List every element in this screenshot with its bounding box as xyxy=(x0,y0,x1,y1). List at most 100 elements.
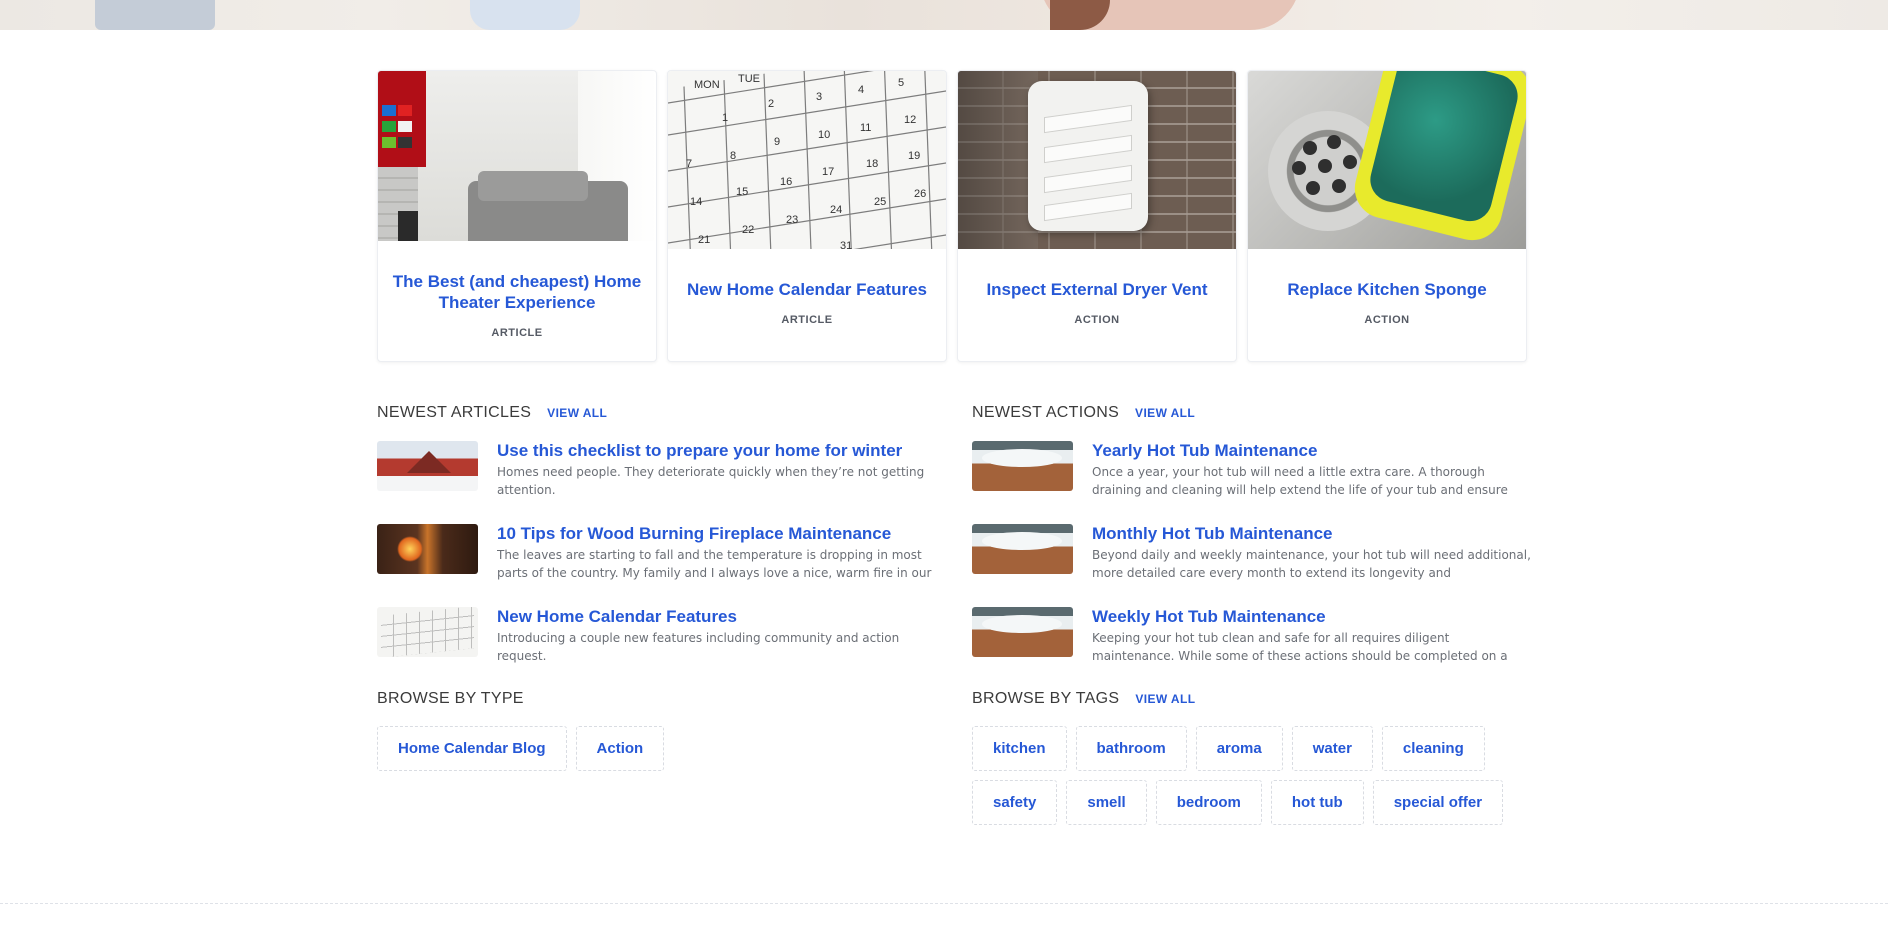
action-excerpt: Keeping your hot tub clean and safe for … xyxy=(1092,631,1508,663)
calendar-number: 10 xyxy=(818,129,830,141)
calendar-number: 11 xyxy=(860,122,871,134)
calendar-day-label: MON xyxy=(694,79,720,91)
newest-actions-list: Yearly Hot Tub Maintenance Once a year, … xyxy=(972,441,1532,690)
tag-pill[interactable]: bathroom xyxy=(1075,726,1187,771)
tv-screen xyxy=(378,71,426,167)
card-type: ACTION xyxy=(1364,314,1410,326)
action-excerpt: Beyond daily and weekly maintenance, you… xyxy=(1092,548,1531,580)
tag-pill[interactable]: water xyxy=(1291,726,1373,771)
calendar-number: 4 xyxy=(858,84,864,96)
tag-pill[interactable]: special offer xyxy=(1372,780,1504,825)
card-title[interactable]: Replace Kitchen Sponge xyxy=(1248,279,1526,300)
article-thumbnail[interactable] xyxy=(377,607,478,657)
article-thumbnail[interactable] xyxy=(377,441,478,491)
wall-shadow xyxy=(958,71,1038,249)
view-all-articles-link[interactable]: VIEW ALL xyxy=(547,406,607,420)
card-image-home-theater xyxy=(378,71,656,241)
action-title-link[interactable]: Weekly Hot Tub Maintenance xyxy=(1092,607,1532,626)
view-all-tags-link[interactable]: VIEW ALL xyxy=(1135,692,1195,706)
section-title: NEWEST ARTICLES xyxy=(377,404,532,421)
calendar-number: 18 xyxy=(866,158,878,170)
card-image-sponge xyxy=(1248,71,1526,249)
app-tile xyxy=(382,121,396,132)
calendar-number: 2 xyxy=(768,98,774,110)
drain-hole xyxy=(1327,135,1341,149)
tag-pill-group: kitchen bathroom aroma water cleaning sa… xyxy=(972,726,1532,825)
section-title: BROWSE BY TYPE xyxy=(377,690,524,707)
calendar-number: 19 xyxy=(908,150,920,162)
tag-pill[interactable]: aroma xyxy=(1195,726,1283,771)
app-tile xyxy=(382,137,396,148)
list-item[interactable]: Use this checklist to prepare your home … xyxy=(377,441,937,524)
calendar-number: 9 xyxy=(774,136,780,148)
drain-hole xyxy=(1292,161,1306,175)
tag-pill[interactable]: hot tub xyxy=(1270,780,1364,825)
section-title: NEWEST ACTIONS xyxy=(972,404,1120,421)
tag-pill[interactable]: bedroom xyxy=(1155,780,1262,825)
tag-pill[interactable]: safety xyxy=(972,780,1058,825)
action-excerpt: Once a year, your hot tub will need a li… xyxy=(1092,465,1508,497)
hero-image xyxy=(0,0,1888,30)
card-title[interactable]: The Best (and cheapest) Home Theater Exp… xyxy=(378,271,656,313)
featured-card-home-theater[interactable]: The Best (and cheapest) Home Theater Exp… xyxy=(377,70,657,362)
newest-articles-list: Use this checklist to prepare your home … xyxy=(377,441,937,690)
hero-figure-center xyxy=(470,0,580,30)
list-item[interactable]: New Home Calendar Features Introducing a… xyxy=(377,607,937,690)
featured-cards: The Best (and cheapest) Home Theater Exp… xyxy=(377,70,1529,362)
action-title-link[interactable]: Monthly Hot Tub Maintenance xyxy=(1092,524,1532,543)
app-tile xyxy=(398,105,412,116)
list-item[interactable]: Weekly Hot Tub Maintenance Keeping your … xyxy=(972,607,1532,690)
type-pill-home-calendar-blog[interactable]: Home Calendar Blog xyxy=(377,726,567,771)
card-title[interactable]: Inspect External Dryer Vent xyxy=(958,279,1236,300)
sofa-back xyxy=(478,171,588,201)
drain-hole xyxy=(1303,141,1317,155)
list-item[interactable]: Monthly Hot Tub Maintenance Beyond daily… xyxy=(972,524,1532,607)
calendar-number: 22 xyxy=(742,224,754,236)
calendar-number: 23 xyxy=(786,214,798,226)
view-all-actions-link[interactable]: VIEW ALL xyxy=(1135,406,1195,420)
footer-divider xyxy=(0,903,1888,904)
calendar-number: 5 xyxy=(898,77,904,89)
article-thumbnail[interactable] xyxy=(377,524,478,574)
list-item[interactable]: Yearly Hot Tub Maintenance Once a year, … xyxy=(972,441,1532,524)
drain-hole xyxy=(1332,179,1346,193)
browse-by-type-header: BROWSE BY TYPE xyxy=(377,690,524,708)
calendar-number: 8 xyxy=(730,150,736,162)
article-excerpt: Homes need people. They deteriorate quic… xyxy=(497,465,925,497)
card-type: ACTION xyxy=(1074,314,1120,326)
calendar-number: 3 xyxy=(816,91,822,103)
article-excerpt: Introducing a couple new features includ… xyxy=(497,631,900,663)
card-image-calendar: MON TUE 5 4 3 2 1 12 11 10 9 8 7 19 18 1… xyxy=(668,71,946,249)
tag-pill[interactable]: kitchen xyxy=(972,726,1067,771)
action-thumbnail[interactable] xyxy=(972,441,1073,491)
card-type: ARTICLE xyxy=(781,314,833,326)
calendar-number: 1 xyxy=(722,112,728,124)
action-title-link[interactable]: Yearly Hot Tub Maintenance xyxy=(1092,441,1532,460)
calendar-grid: MON TUE 5 4 3 2 1 12 11 10 9 8 7 19 18 1… xyxy=(668,71,946,249)
list-item[interactable]: 10 Tips for Wood Burning Fireplace Maint… xyxy=(377,524,937,607)
calendar-number: 17 xyxy=(822,166,834,178)
featured-card-calendar[interactable]: MON TUE 5 4 3 2 1 12 11 10 9 8 7 19 18 1… xyxy=(667,70,947,362)
calendar-number: 31 xyxy=(840,240,852,249)
calendar-number: 26 xyxy=(914,188,926,200)
tag-pill[interactable]: cleaning xyxy=(1381,726,1485,771)
article-title-link[interactable]: New Home Calendar Features xyxy=(497,607,937,626)
action-thumbnail[interactable] xyxy=(972,524,1073,574)
article-title-link[interactable]: Use this checklist to prepare your home … xyxy=(497,441,937,460)
calendar-number: 16 xyxy=(780,176,792,188)
calendar-number: 21 xyxy=(698,234,710,246)
card-image-dryer-vent xyxy=(958,71,1236,249)
featured-card-sponge[interactable]: Replace Kitchen Sponge ACTION xyxy=(1247,70,1527,362)
action-thumbnail[interactable] xyxy=(972,607,1073,657)
card-title[interactable]: New Home Calendar Features xyxy=(668,279,946,300)
calendar-number: 14 xyxy=(690,196,702,208)
calendar-number: 24 xyxy=(830,204,842,216)
featured-card-dryer-vent[interactable]: Inspect External Dryer Vent ACTION xyxy=(957,70,1237,362)
drain-hole xyxy=(1318,159,1332,173)
type-pill-action[interactable]: Action xyxy=(575,726,665,771)
article-title-link[interactable]: 10 Tips for Wood Burning Fireplace Maint… xyxy=(497,524,937,543)
card-type: ARTICLE xyxy=(491,327,543,339)
tag-pill[interactable]: smell xyxy=(1066,780,1147,825)
section-title: BROWSE BY TAGS xyxy=(972,690,1120,707)
newest-articles-header: NEWEST ARTICLES VIEW ALL xyxy=(377,404,607,422)
